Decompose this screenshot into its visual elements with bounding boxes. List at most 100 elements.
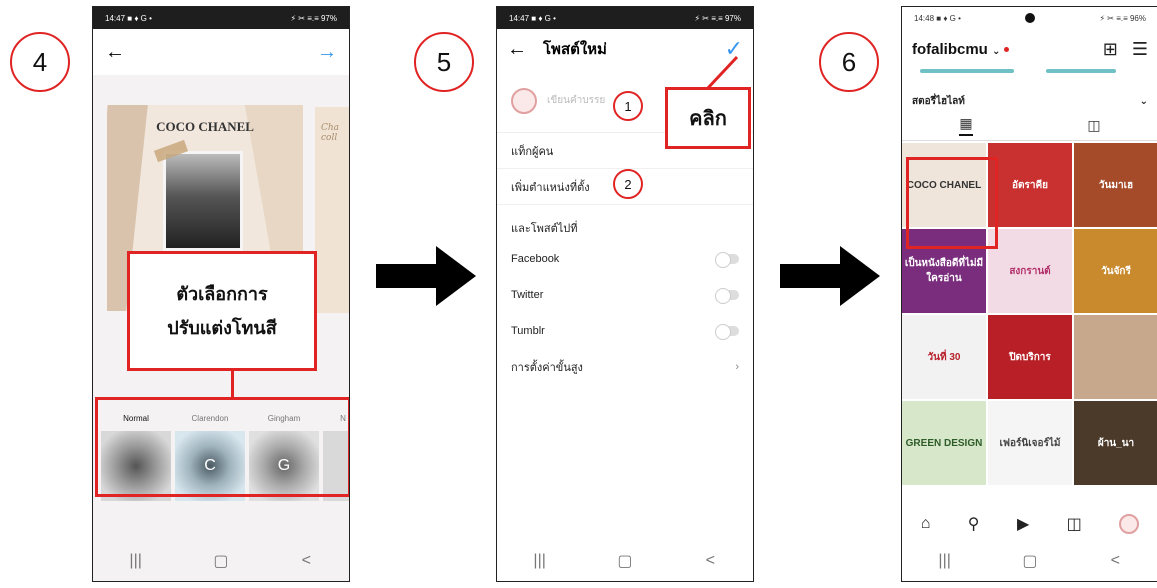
post-thumbnail-text: ผ้าน_นา: [1097, 437, 1135, 449]
status-right: ⚡ ✂ ≡.≡ 97%: [694, 13, 741, 23]
portrait-image: [163, 151, 243, 251]
back-icon[interactable]: <: [286, 552, 326, 570]
filter-highlight-box: [95, 397, 349, 497]
color-filter-callout: ตัวเลือกการ ปรับแต่งโทนสี: [127, 251, 317, 371]
add-location-label: เพิ่มตำแหน่งที่ตั้ง: [511, 181, 590, 194]
next-image-preview: Cha coll: [315, 107, 349, 313]
app-bottom-nav: ⌂ ⚲ ▶ ◫: [902, 507, 1157, 541]
facebook-row: Facebook: [497, 241, 753, 277]
status-time: 14:47: [509, 13, 530, 23]
step-badge-2: 2: [613, 169, 643, 199]
reels-tab-icon[interactable]: ▶: [1017, 514, 1029, 534]
post-thumbnail-text: อัตราคีย: [1011, 179, 1049, 191]
tumblr-toggle[interactable]: [715, 324, 739, 340]
post-thumbnail[interactable]: [1074, 315, 1157, 399]
post-thumbnail[interactable]: วันที่ 30: [902, 315, 986, 399]
step-badge-1: 1: [613, 91, 643, 121]
post-thumbnail-text: วันมาเฮ: [1098, 179, 1134, 191]
home-icon[interactable]: ▢: [1010, 551, 1050, 571]
step-4-badge: 4: [10, 32, 70, 92]
story-highlights-row[interactable]: สตอรี่ไฮไลท์ ⌄: [902, 91, 1157, 111]
also-post-to-heading: และโพสต์ไปที่: [511, 223, 578, 235]
post-thumbnail[interactable]: วันมาเฮ: [1074, 143, 1157, 227]
post-thumbnail-text: GREEN DESIGN: [905, 437, 983, 449]
tagged-tab-icon[interactable]: ◫: [1087, 117, 1100, 134]
chevron-down-icon: ⌄: [1139, 95, 1148, 107]
post-thumbnail-text: เฟอร์นิเจอร์ไม้: [999, 437, 1061, 449]
callout-line2: ปรับแต่งโทนสี: [167, 318, 277, 338]
post-thumbnail[interactable]: อัตราคีย: [988, 143, 1072, 227]
avatar: [511, 87, 537, 114]
home-icon[interactable]: ▢: [605, 551, 645, 571]
menu-icon[interactable]: ☰: [1132, 39, 1148, 60]
post-thumbnail[interactable]: ผ้าน_นา: [1074, 401, 1157, 485]
home-tab-icon[interactable]: ⌂: [921, 515, 931, 533]
side-poster-text: Cha coll: [321, 123, 340, 143]
phone-profile-screen: 14:48 ■ ♦ G • ⚡ ✂ ≡.≡ 96% fofalibcmu ⌄ ⊞…: [901, 6, 1157, 582]
post-thumbnail[interactable]: ปิดบริการ: [988, 315, 1072, 399]
grid-tab-icon[interactable]: ▦: [959, 115, 973, 136]
page-title: โพสต์ใหม่: [543, 41, 607, 58]
step-5-badge: 5: [414, 32, 474, 92]
filter-topbar: ← →: [93, 29, 349, 75]
back-arrow-icon[interactable]: ←: [507, 38, 527, 61]
tumblr-row: Tumblr: [497, 313, 753, 349]
step-6-badge: 6: [819, 32, 879, 92]
post-thumbnail[interactable]: วันจักรี: [1074, 229, 1157, 313]
username: fofalibcmu: [912, 40, 988, 58]
status-icons: ■ ♦ G •: [531, 13, 556, 23]
tutorial-stage: 4 5 6 14:47 ■ ♦ G • ⚡ ✂ ≡.≡ 97% ← → COCO…: [0, 0, 1157, 588]
phone-filter-screen: 14:47 ■ ♦ G • ⚡ ✂ ≡.≡ 97% ← → COCO CHANE…: [92, 6, 350, 582]
search-tab-icon[interactable]: ⚲: [968, 514, 980, 534]
advanced-settings-label: การตั้งค่าขั้นสูง: [511, 362, 583, 374]
status-right: ⚡ ✂ ≡.≡ 97%: [290, 13, 337, 23]
system-nav-bar: ||| ▢ <: [93, 541, 349, 581]
post-thumbnail[interactable]: เฟอร์นิเจอร์ไม้: [988, 401, 1072, 485]
post-thumbnail-text: สงกรานต์: [1009, 265, 1051, 277]
tag-people-label: แท็กผู้คน: [511, 145, 554, 158]
status-icons: ■ ♦ G •: [936, 13, 961, 23]
back-icon[interactable]: <: [690, 552, 730, 570]
add-post-icon[interactable]: ⊞: [1103, 39, 1118, 60]
post-thumbnail[interactable]: สงกรานต์: [988, 229, 1072, 313]
shop-tab-icon[interactable]: ◫: [1067, 514, 1082, 534]
back-icon[interactable]: <: [1095, 552, 1135, 570]
recent-apps-icon[interactable]: |||: [520, 552, 560, 570]
status-right: ⚡ ✂ ≡.≡ 96%: [1099, 13, 1146, 23]
twitter-label: Twitter: [511, 289, 544, 301]
back-arrow-icon[interactable]: ←: [105, 41, 125, 64]
status-bar: 14:47 ■ ♦ G • ⚡ ✂ ≡.≡ 97%: [497, 7, 753, 29]
phone-new-post-screen: 14:47 ■ ♦ G • ⚡ ✂ ≡.≡ 97% ← โพสต์ใหม่ ✓ …: [496, 6, 754, 582]
home-icon[interactable]: ▢: [201, 551, 241, 571]
highlights-label: สตอรี่ไฮไลท์: [912, 95, 965, 107]
twitter-row: Twitter: [497, 277, 753, 313]
click-callout: คลิก: [665, 87, 751, 149]
post-thumbnail-text: วันจักรี: [1101, 265, 1131, 277]
twitter-toggle[interactable]: [715, 288, 739, 304]
status-icons: ■ ♦ G •: [127, 13, 152, 23]
caption-input[interactable]: เขียนคำบรรย: [547, 93, 605, 108]
callout-connector: [231, 371, 234, 397]
poster-title: COCO CHANEL: [156, 119, 254, 134]
status-time: 14:47: [105, 13, 126, 23]
username-switcher[interactable]: fofalibcmu ⌄: [912, 40, 1010, 58]
recent-apps-icon[interactable]: |||: [116, 552, 156, 570]
status-bar: 14:47 ■ ♦ G • ⚡ ✂ ≡.≡ 97%: [93, 7, 349, 29]
facebook-toggle[interactable]: [715, 252, 739, 268]
system-nav-bar: ||| ▢ <: [902, 541, 1157, 581]
post-thumbnail[interactable]: GREEN DESIGN: [902, 401, 986, 485]
recent-apps-icon[interactable]: |||: [925, 552, 965, 570]
flow-arrow-right-icon: [780, 246, 880, 306]
flow-arrow-right-icon: [376, 246, 476, 306]
callout-line1: ตัวเลือกการ: [176, 283, 268, 304]
post-thumbnail-text: เป็นหนังสือดีที่ไม่มีใครอ่าน: [904, 258, 984, 284]
post-thumbnail-text: ปิดบริการ: [1009, 351, 1051, 363]
chevron-right-icon: ›: [735, 361, 739, 373]
next-arrow-icon[interactable]: →: [317, 41, 337, 64]
profile-header: fofalibcmu ⌄ ⊞ ☰: [902, 29, 1157, 69]
advanced-settings-row[interactable]: การตั้งค่าขั้นสูง ›: [497, 349, 753, 385]
profile-tabs: ▦ ◫: [902, 111, 1157, 141]
camera-notch: [1025, 13, 1036, 23]
new-post-highlight-box: [906, 157, 998, 249]
profile-avatar[interactable]: [1119, 514, 1140, 534]
